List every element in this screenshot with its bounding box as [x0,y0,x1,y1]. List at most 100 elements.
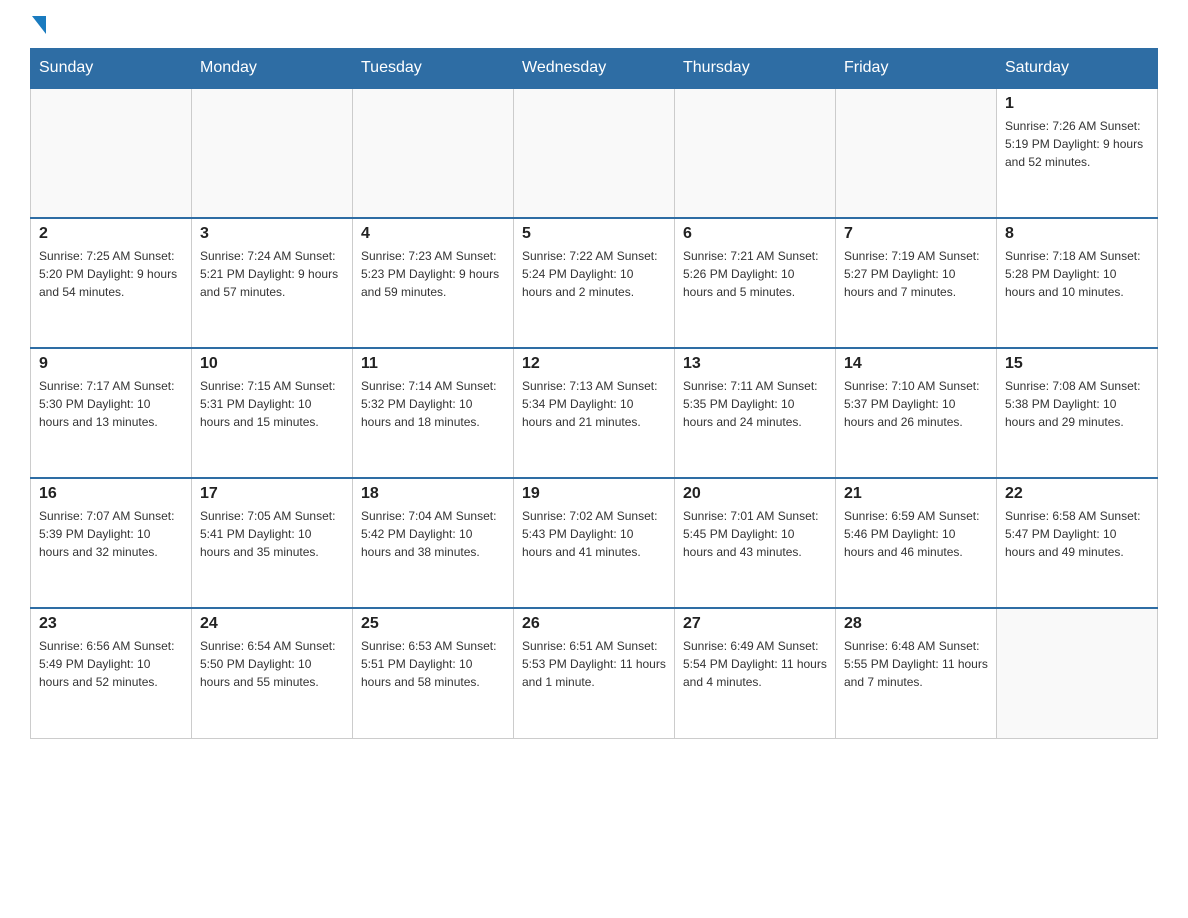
day-info: Sunrise: 6:54 AM Sunset: 5:50 PM Dayligh… [200,637,344,691]
calendar-cell: 2 Sunrise: 7:25 AM Sunset: 5:20 PM Daylig… [31,218,192,348]
day-number: 18 [361,485,505,503]
calendar-cell [675,88,836,218]
day-number: 21 [844,485,988,503]
day-of-week-header: Monday [192,49,353,89]
day-number: 7 [844,225,988,243]
day-info: Sunrise: 7:04 AM Sunset: 5:42 PM Dayligh… [361,507,505,561]
day-number: 19 [522,485,666,503]
calendar-cell: 16 Sunrise: 7:07 AM Sunset: 5:39 PM Dayli… [31,478,192,608]
day-info: Sunrise: 7:14 AM Sunset: 5:32 PM Dayligh… [361,377,505,431]
day-of-week-header: Saturday [997,49,1158,89]
day-number: 11 [361,355,505,373]
day-number: 27 [683,615,827,633]
calendar-cell: 21 Sunrise: 6:59 AM Sunset: 5:46 PM Dayli… [836,478,997,608]
day-info: Sunrise: 6:49 AM Sunset: 5:54 PM Dayligh… [683,637,827,691]
day-info: Sunrise: 7:25 AM Sunset: 5:20 PM Dayligh… [39,247,183,301]
calendar-cell: 12 Sunrise: 7:13 AM Sunset: 5:34 PM Dayli… [514,348,675,478]
calendar-cell: 20 Sunrise: 7:01 AM Sunset: 5:45 PM Dayli… [675,478,836,608]
day-number: 3 [200,225,344,243]
day-info: Sunrise: 7:05 AM Sunset: 5:41 PM Dayligh… [200,507,344,561]
day-number: 26 [522,615,666,633]
day-info: Sunrise: 7:24 AM Sunset: 5:21 PM Dayligh… [200,247,344,301]
day-info: Sunrise: 7:02 AM Sunset: 5:43 PM Dayligh… [522,507,666,561]
calendar-cell [31,88,192,218]
day-info: Sunrise: 7:10 AM Sunset: 5:37 PM Dayligh… [844,377,988,431]
calendar-cell: 10 Sunrise: 7:15 AM Sunset: 5:31 PM Dayli… [192,348,353,478]
logo-triangle-icon [32,16,46,34]
day-info: Sunrise: 6:48 AM Sunset: 5:55 PM Dayligh… [844,637,988,691]
day-number: 5 [522,225,666,243]
day-number: 12 [522,355,666,373]
calendar-cell: 4 Sunrise: 7:23 AM Sunset: 5:23 PM Daylig… [353,218,514,348]
calendar-cell: 14Sunrise: 7:10 AM Sunset: 5:37 PM Dayli… [836,348,997,478]
calendar-cell: 15 Sunrise: 7:08 AM Sunset: 5:38 PM Dayli… [997,348,1158,478]
calendar-table: SundayMondayTuesdayWednesdayThursdayFrid… [30,48,1158,739]
day-number: 2 [39,225,183,243]
day-number: 20 [683,485,827,503]
calendar-cell: 19 Sunrise: 7:02 AM Sunset: 5:43 PM Dayli… [514,478,675,608]
calendar-cell: 5 Sunrise: 7:22 AM Sunset: 5:24 PM Daylig… [514,218,675,348]
day-number: 8 [1005,225,1149,243]
day-info: Sunrise: 7:13 AM Sunset: 5:34 PM Dayligh… [522,377,666,431]
calendar-cell: 9Sunrise: 7:17 AM Sunset: 5:30 PM Daylig… [31,348,192,478]
calendar-cell: 25 Sunrise: 6:53 AM Sunset: 5:51 PM Dayli… [353,608,514,738]
day-of-week-header: Thursday [675,49,836,89]
calendar-cell: 26Sunrise: 6:51 AM Sunset: 5:53 PM Dayli… [514,608,675,738]
calendar-cell: 7 Sunrise: 7:19 AM Sunset: 5:27 PM Daylig… [836,218,997,348]
day-of-week-header: Tuesday [353,49,514,89]
calendar-cell: 22 Sunrise: 6:58 AM Sunset: 5:47 PM Dayli… [997,478,1158,608]
day-info: Sunrise: 6:53 AM Sunset: 5:51 PM Dayligh… [361,637,505,691]
day-of-week-header: Wednesday [514,49,675,89]
day-of-week-header: Friday [836,49,997,89]
day-info: Sunrise: 7:11 AM Sunset: 5:35 PM Dayligh… [683,377,827,431]
day-info: Sunrise: 7:26 AM Sunset: 5:19 PM Dayligh… [1005,117,1149,171]
calendar-cell: 11 Sunrise: 7:14 AM Sunset: 5:32 PM Dayli… [353,348,514,478]
calendar-week-row: 23Sunrise: 6:56 AM Sunset: 5:49 PM Dayli… [31,608,1158,738]
day-number: 1 [1005,95,1149,113]
calendar-week-row: 1 Sunrise: 7:26 AM Sunset: 5:19 PM Daylig… [31,88,1158,218]
day-info: Sunrise: 7:22 AM Sunset: 5:24 PM Dayligh… [522,247,666,301]
calendar-cell: 8 Sunrise: 7:18 AM Sunset: 5:28 PM Daylig… [997,218,1158,348]
calendar-cell: 6 Sunrise: 7:21 AM Sunset: 5:26 PM Daylig… [675,218,836,348]
calendar-cell [997,608,1158,738]
logo [30,20,46,38]
calendar-cell: 18 Sunrise: 7:04 AM Sunset: 5:42 PM Dayli… [353,478,514,608]
calendar-week-row: 2 Sunrise: 7:25 AM Sunset: 5:20 PM Daylig… [31,218,1158,348]
calendar-cell: 28 Sunrise: 6:48 AM Sunset: 5:55 PM Dayli… [836,608,997,738]
calendar-cell: 24 Sunrise: 6:54 AM Sunset: 5:50 PM Dayli… [192,608,353,738]
day-number: 10 [200,355,344,373]
day-number: 28 [844,615,988,633]
day-number: 6 [683,225,827,243]
calendar-week-row: 9Sunrise: 7:17 AM Sunset: 5:30 PM Daylig… [31,348,1158,478]
calendar-cell [836,88,997,218]
day-number: 24 [200,615,344,633]
day-info: Sunrise: 7:01 AM Sunset: 5:45 PM Dayligh… [683,507,827,561]
calendar-cell: 17 Sunrise: 7:05 AM Sunset: 5:41 PM Dayli… [192,478,353,608]
calendar-cell: 3 Sunrise: 7:24 AM Sunset: 5:21 PM Daylig… [192,218,353,348]
day-info: Sunrise: 7:15 AM Sunset: 5:31 PM Dayligh… [200,377,344,431]
day-info: Sunrise: 7:21 AM Sunset: 5:26 PM Dayligh… [683,247,827,301]
day-number: 9 [39,355,183,373]
day-info: Sunrise: 7:23 AM Sunset: 5:23 PM Dayligh… [361,247,505,301]
day-number: 15 [1005,355,1149,373]
day-number: 4 [361,225,505,243]
day-number: 16 [39,485,183,503]
day-number: 23 [39,615,183,633]
calendar-cell: 23Sunrise: 6:56 AM Sunset: 5:49 PM Dayli… [31,608,192,738]
day-info: Sunrise: 6:59 AM Sunset: 5:46 PM Dayligh… [844,507,988,561]
day-number: 22 [1005,485,1149,503]
day-number: 25 [361,615,505,633]
day-of-week-header: Sunday [31,49,192,89]
calendar-cell: 13Sunrise: 7:11 AM Sunset: 5:35 PM Dayli… [675,348,836,478]
day-info: Sunrise: 7:18 AM Sunset: 5:28 PM Dayligh… [1005,247,1149,301]
day-number: 17 [200,485,344,503]
day-info: Sunrise: 6:58 AM Sunset: 5:47 PM Dayligh… [1005,507,1149,561]
calendar-cell [514,88,675,218]
page-header [30,20,1158,38]
calendar-cell: 27 Sunrise: 6:49 AM Sunset: 5:54 PM Dayli… [675,608,836,738]
calendar-cell [192,88,353,218]
day-info: Sunrise: 7:19 AM Sunset: 5:27 PM Dayligh… [844,247,988,301]
day-info: Sunrise: 7:07 AM Sunset: 5:39 PM Dayligh… [39,507,183,561]
day-info: Sunrise: 7:08 AM Sunset: 5:38 PM Dayligh… [1005,377,1149,431]
calendar-header-row: SundayMondayTuesdayWednesdayThursdayFrid… [31,49,1158,89]
